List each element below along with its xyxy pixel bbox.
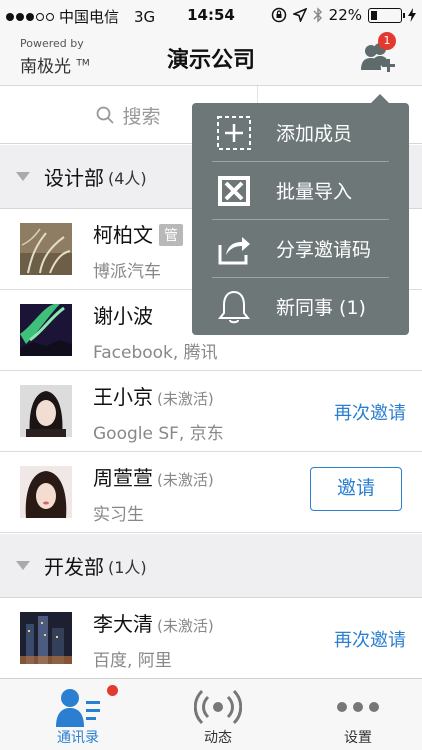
contacts-icon xyxy=(56,689,100,727)
avatar xyxy=(20,304,72,356)
rotation-lock-icon xyxy=(271,7,286,23)
status-right: 22% xyxy=(271,6,416,24)
tab-contacts[interactable]: 通讯录 xyxy=(8,679,148,750)
reinvite-button[interactable]: 再次邀请 xyxy=(334,626,406,652)
member-company: 实习生 xyxy=(93,505,144,525)
member-company: Google SF, 京东 xyxy=(93,424,224,444)
menu-item-label: 批量导入 xyxy=(276,181,353,203)
member-name-row: 李大清 (未激活) xyxy=(93,608,214,637)
list-item[interactable]: 王小京 (未激活) Google SF, 京东 再次邀请 xyxy=(0,371,422,452)
tab-bar: 通讯录 动态 设置 xyxy=(0,678,422,750)
menu-item-batch-import[interactable]: 批量导入 xyxy=(192,161,409,219)
member-name-row: 周萱萱 (未激活) xyxy=(93,462,214,491)
list-item[interactable]: 李大清 (未激活) 百度, 阿里 再次邀请 xyxy=(0,598,422,679)
search-placeholder: 搜索 xyxy=(122,105,161,128)
member-name-row: 柯柏文管 xyxy=(93,219,183,248)
tab-label: 通讯录 xyxy=(57,730,99,746)
location-arrow-icon xyxy=(292,8,307,22)
member-name: 李大清 xyxy=(93,612,153,636)
excel-import-icon xyxy=(218,176,250,206)
charging-bolt-icon xyxy=(408,8,416,22)
bluetooth-icon xyxy=(313,7,322,23)
member-name: 周萱萱 xyxy=(93,466,153,490)
section-name: 开发部 xyxy=(44,555,104,579)
battery-icon xyxy=(368,7,405,23)
tab-activity[interactable]: 动态 xyxy=(148,679,288,750)
section-count: (4人) xyxy=(108,168,147,188)
activity-icon xyxy=(194,689,242,725)
member-company: 博派汽车 xyxy=(93,262,161,282)
avatar xyxy=(20,466,72,518)
avatar xyxy=(20,385,72,437)
collapse-triangle-icon xyxy=(16,172,30,181)
battery-percent: 22% xyxy=(328,6,362,24)
menu-item-add-member[interactable]: 添加成员 xyxy=(192,103,409,161)
invite-button[interactable]: 邀请 xyxy=(310,467,402,511)
list-item[interactable]: 周萱萱 (未激活) 实习生 邀请 xyxy=(0,452,422,533)
member-company: Facebook, 腾讯 xyxy=(93,343,218,363)
bell-icon xyxy=(217,290,251,324)
notification-badge: 1 xyxy=(378,32,396,50)
contacts-notification-dot xyxy=(107,685,118,696)
menu-item-label: 新同事 (1) xyxy=(276,297,366,319)
member-company: 百度, 阿里 xyxy=(93,651,172,671)
menu-item-new-colleague[interactable]: 新同事 (1) xyxy=(192,277,409,335)
status-bar: 中国电信 3G 14:54 22% xyxy=(0,0,422,30)
member-name-row: 王小京 (未激活) xyxy=(93,381,214,410)
tab-label: 设置 xyxy=(344,730,372,746)
section-count: (1人) xyxy=(108,557,147,577)
tab-label: 动态 xyxy=(204,730,232,746)
member-name-row: 谢小波 xyxy=(93,300,153,329)
section-name: 设计部 xyxy=(44,166,104,190)
member-status: (未激活) xyxy=(157,390,214,408)
admin-tag: 管 xyxy=(159,224,183,246)
member-status: (未激活) xyxy=(157,617,214,635)
member-name: 柯柏文 xyxy=(93,223,153,247)
collapse-triangle-icon xyxy=(16,561,30,570)
menu-item-share-code[interactable]: 分享邀请码 xyxy=(192,219,409,277)
avatar xyxy=(20,223,72,275)
reinvite-button[interactable]: 再次邀请 xyxy=(334,399,406,425)
nav-bar: Powered by 南极光 TM 演示公司 1 xyxy=(0,30,422,86)
more-icon xyxy=(337,702,379,712)
menu-item-label: 添加成员 xyxy=(276,123,353,145)
search-icon xyxy=(97,106,115,124)
section-header-dev[interactable]: 开发部 (1人) xyxy=(0,534,422,598)
add-member-icon xyxy=(217,116,251,150)
tab-settings[interactable]: 设置 xyxy=(288,679,422,750)
add-menu-popover: 添加成员 批量导入 分享邀请码 新同事 (1) xyxy=(192,94,409,335)
member-name: 王小京 xyxy=(93,385,153,409)
avatar xyxy=(20,612,72,664)
page-title: 演示公司 xyxy=(166,48,255,73)
share-icon xyxy=(218,237,250,265)
member-status: (未激活) xyxy=(157,471,214,489)
member-name: 谢小波 xyxy=(93,304,153,328)
menu-item-label: 分享邀请码 xyxy=(276,239,372,261)
